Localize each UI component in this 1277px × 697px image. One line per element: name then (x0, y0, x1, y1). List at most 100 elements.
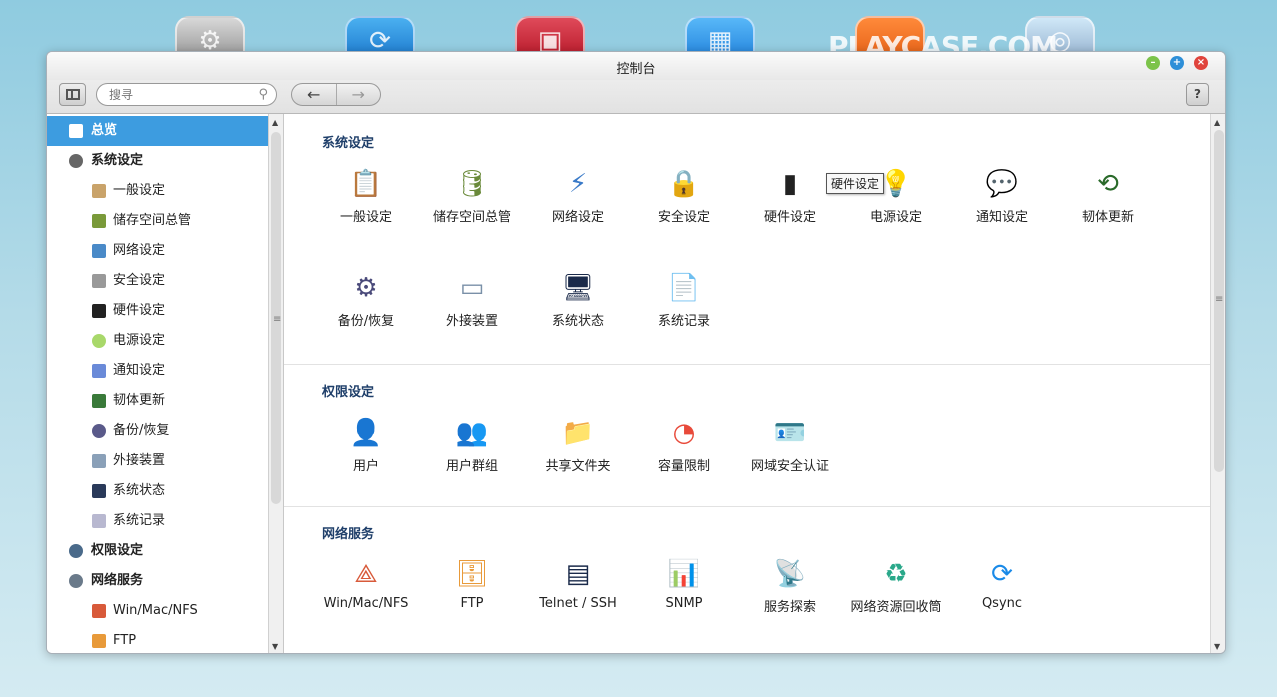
pie-chart-icon: ◔ (672, 418, 696, 448)
tile-storage[interactable]: 🛢 储存空间总管 (419, 164, 525, 225)
storage-icon: 🛢 (455, 169, 489, 199)
id-card-icon: 🪪 (773, 418, 807, 448)
tile-general[interactable]: 📋 一般设定 (313, 164, 419, 225)
sidebar-item-network-services[interactable]: 网络服务 (47, 566, 268, 596)
folder-icon: 📁 (561, 418, 595, 448)
firmware-icon: ⟲ (1097, 169, 1119, 199)
users-icon: 👥 (455, 418, 489, 448)
scroll-down-icon[interactable]: ▼ (272, 642, 278, 651)
sidebar-scrollbar[interactable]: ▲ ≡ ▼ (268, 114, 283, 653)
firmware-icon (92, 394, 106, 408)
bulb-icon (92, 334, 106, 348)
tile-snmp[interactable]: 📊 SNMP (631, 554, 737, 611)
sync-icon: ⟳ (991, 559, 1013, 589)
share-icon (92, 604, 106, 618)
sidebar-item-overview[interactable]: 总览 (47, 116, 268, 146)
sidebar-item-system-settings[interactable]: 系统设定 (47, 146, 268, 176)
globe-icon (69, 574, 83, 588)
tile-domain-security[interactable]: 🪪 网域安全认证 (737, 413, 843, 474)
tile-telnet-ssh[interactable]: ▤ Telnet / SSH (525, 554, 631, 611)
sidebar-item-general[interactable]: 一般设定 (47, 176, 268, 206)
tile-qsync[interactable]: ⟳ Qsync (949, 554, 1055, 611)
lock-icon (92, 274, 106, 288)
drive-icon (92, 454, 106, 468)
section-title: 网络服务 (322, 527, 375, 542)
monitor-icon: 🖥 (561, 273, 595, 303)
sidebar-item-power[interactable]: 电源设定 (47, 326, 268, 356)
sidebar-item-privilege[interactable]: 权限设定 (47, 536, 268, 566)
notification-icon (92, 364, 106, 378)
forward-button[interactable]: → (335, 84, 381, 105)
tile-user[interactable]: 👤 用户 (313, 413, 419, 474)
main-scrollbar[interactable]: ▲ ≡ ▼ (1210, 114, 1225, 653)
terminal-icon: ▤ (565, 559, 591, 589)
search-box[interactable]: ⚲ (96, 83, 277, 106)
close-button[interactable]: × (1194, 56, 1208, 70)
sidebar-item-security[interactable]: 安全设定 (47, 266, 268, 296)
storage-icon (92, 214, 106, 228)
section-title: 权限设定 (322, 385, 375, 400)
sidebar-toggle-button[interactable] (59, 83, 86, 106)
tile-recycle-bin[interactable]: ♻ 网络资源回收筒 (843, 554, 949, 615)
sidebar-item-status[interactable]: 系统状态 (47, 476, 268, 506)
scroll-up-icon[interactable]: ▲ (1214, 118, 1220, 127)
backup-icon (92, 424, 106, 438)
drive-icon: ▭ (459, 273, 485, 303)
sidebar-item-backup[interactable]: 备份/恢复 (47, 416, 268, 446)
back-button[interactable]: ← (292, 84, 336, 105)
section-title: 系统设定 (322, 136, 375, 151)
tile-user-group[interactable]: 👥 用户群组 (419, 413, 525, 474)
monitor-icon (92, 484, 106, 498)
sidebar-item-firmware[interactable]: 韧体更新 (47, 386, 268, 416)
main-panel: 系统设定 📋 一般设定 🛢 储存空间总管 ⚡ 网络设定 🔒 安全设定 ▮ 硬件设定 💡 电源… (284, 114, 1210, 653)
section-network-services: 网络服务 ⟁ Win/Mac/NFS 🗄 FTP ▤ Telnet / SSH 📊 SN… (284, 507, 1210, 653)
tooltip: 硬件设定 (826, 173, 885, 194)
clipboard-icon: 📋 (349, 169, 383, 199)
network-icon (92, 244, 106, 258)
scroll-down-icon[interactable]: ▼ (1214, 642, 1220, 651)
tile-service-discovery[interactable]: 📡 服务探索 (737, 554, 843, 615)
section-system-settings: 系统设定 📋 一般设定 🛢 储存空间总管 ⚡ 网络设定 🔒 安全设定 ▮ 硬件设定 💡 电源… (284, 114, 1210, 365)
tile-backup[interactable]: ⚙ 备份/恢复 (313, 268, 419, 329)
tile-notification[interactable]: 💬 通知设定 (949, 164, 1055, 225)
control-panel-window: 控制台 – + × ⚲ ← → ? 总览 系统设定 一般设定 储存空间总管 网络… (46, 51, 1226, 654)
tile-network[interactable]: ⚡ 网络设定 (525, 164, 631, 225)
tile-firmware[interactable]: ⟲ 韧体更新 (1055, 164, 1161, 225)
scroll-up-icon[interactable]: ▲ (272, 118, 278, 127)
clipboard-icon (92, 184, 106, 198)
hardware-icon: ▮ (782, 169, 798, 199)
help-button[interactable]: ? (1186, 83, 1209, 106)
tile-logs[interactable]: 📄 系统记录 (631, 268, 737, 329)
log-icon: 📄 (667, 273, 701, 303)
sidebar-item-notification[interactable]: 通知设定 (47, 356, 268, 386)
ftp-icon: 🗄 (455, 559, 489, 589)
log-icon (92, 514, 106, 528)
tile-security[interactable]: 🔒 安全设定 (631, 164, 737, 225)
bar-chart-icon: 📊 (667, 559, 701, 589)
grid-icon (69, 124, 83, 138)
tile-win-mac-nfs[interactable]: ⟁ Win/Mac/NFS (313, 554, 419, 611)
minimize-button[interactable]: – (1146, 56, 1160, 70)
lock-icon: 🔒 (667, 169, 701, 199)
gear-icon (69, 154, 83, 168)
sidebar-item-hardware[interactable]: 硬件设定 (47, 296, 268, 326)
toolbar: ⚲ ← → ? (47, 80, 1225, 114)
sidebar-item-network[interactable]: 网络设定 (47, 236, 268, 266)
sidebar-item-storage[interactable]: 储存空间总管 (47, 206, 268, 236)
sidebar-item-external[interactable]: 外接装置 (47, 446, 268, 476)
sidebar-item-logs[interactable]: 系统记录 (47, 506, 268, 536)
maximize-button[interactable]: + (1170, 56, 1184, 70)
tile-shared-folder[interactable]: 📁 共享文件夹 (525, 413, 631, 474)
sidebar-item-win-mac-nfs[interactable]: Win/Mac/NFS (47, 596, 268, 626)
tile-status[interactable]: 🖥 系统状态 (525, 268, 631, 329)
layout-icon (66, 89, 80, 100)
tile-quota[interactable]: ◔ 容量限制 (631, 413, 737, 474)
tile-external[interactable]: ▭ 外接装置 (419, 268, 525, 329)
search-input[interactable] (109, 88, 249, 102)
recycle-icon: ♻ (884, 559, 908, 589)
tile-ftp[interactable]: 🗄 FTP (419, 554, 525, 611)
network-icon: ⚡ (568, 169, 588, 199)
sidebar-item-ftp[interactable]: FTP (47, 626, 268, 653)
search-icon[interactable]: ⚲ (258, 87, 268, 102)
backup-icon: ⚙ (354, 273, 378, 303)
